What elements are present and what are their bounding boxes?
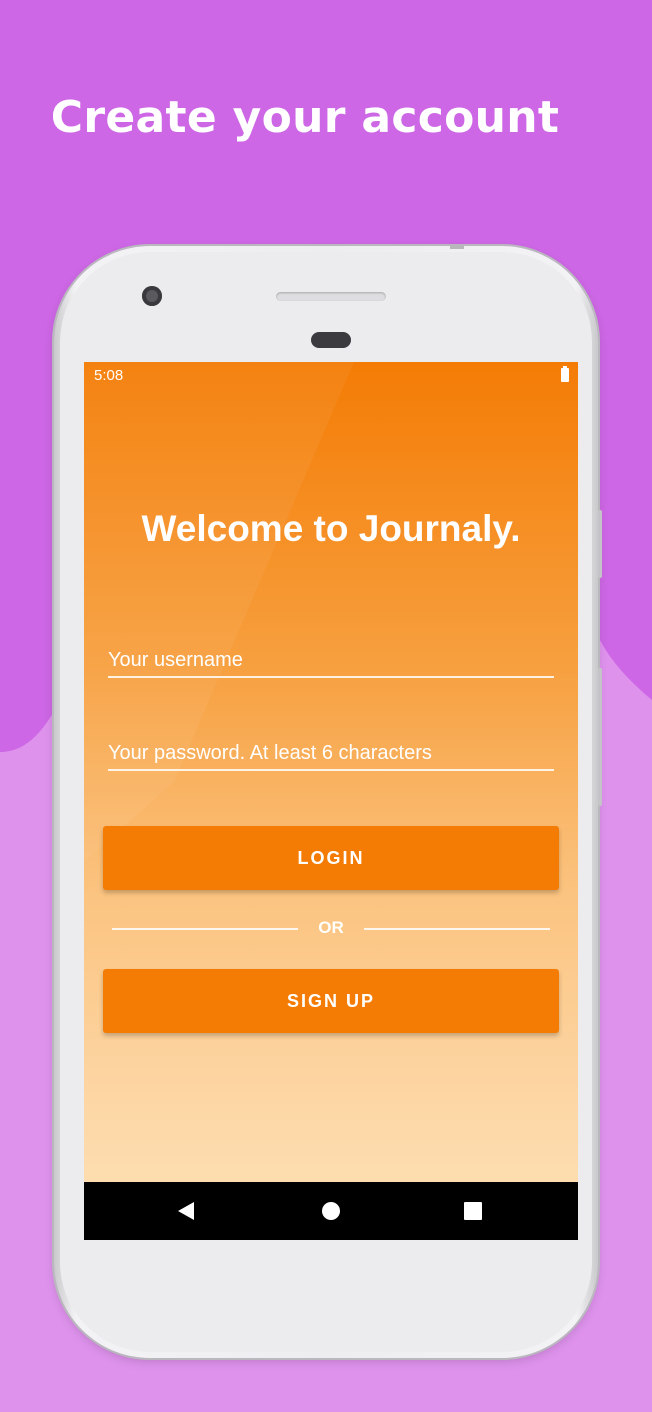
recents-icon[interactable] (464, 1202, 482, 1220)
battery-icon (561, 366, 569, 382)
navigation-bar (84, 1182, 578, 1240)
phone-volume-button (598, 668, 602, 806)
front-camera-icon (142, 286, 162, 306)
or-divider-left-line (112, 928, 298, 930)
phone-top-notch (450, 244, 464, 249)
back-icon[interactable] (178, 1202, 194, 1220)
login-button[interactable]: LOGIN (103, 826, 559, 890)
phone-frame: 5:08 Welcome to Journaly. LOGIN OR SIGN … (54, 244, 602, 1358)
or-divider-right-line (364, 928, 550, 930)
status-bar: 5:08 (84, 362, 578, 390)
app-screen: 5:08 Welcome to Journaly. LOGIN OR SIGN … (84, 362, 578, 1240)
home-icon[interactable] (322, 1202, 340, 1220)
welcome-title: Welcome to Journaly. (141, 508, 521, 549)
or-divider-label: OR (318, 918, 344, 937)
or-divider: OR (112, 918, 550, 940)
screen-shine (84, 362, 354, 862)
username-input[interactable] (108, 649, 554, 672)
username-field (108, 636, 554, 678)
signup-button[interactable]: SIGN UP (103, 969, 559, 1033)
page-headline: Create your account (50, 92, 560, 143)
password-field (108, 729, 554, 771)
password-input[interactable] (108, 742, 554, 765)
proximity-sensor (311, 332, 351, 348)
phone-power-button (598, 510, 602, 578)
phone-body: 5:08 Welcome to Journaly. LOGIN OR SIGN … (60, 252, 592, 1352)
status-time: 5:08 (94, 367, 124, 384)
earpiece-speaker (276, 292, 386, 301)
